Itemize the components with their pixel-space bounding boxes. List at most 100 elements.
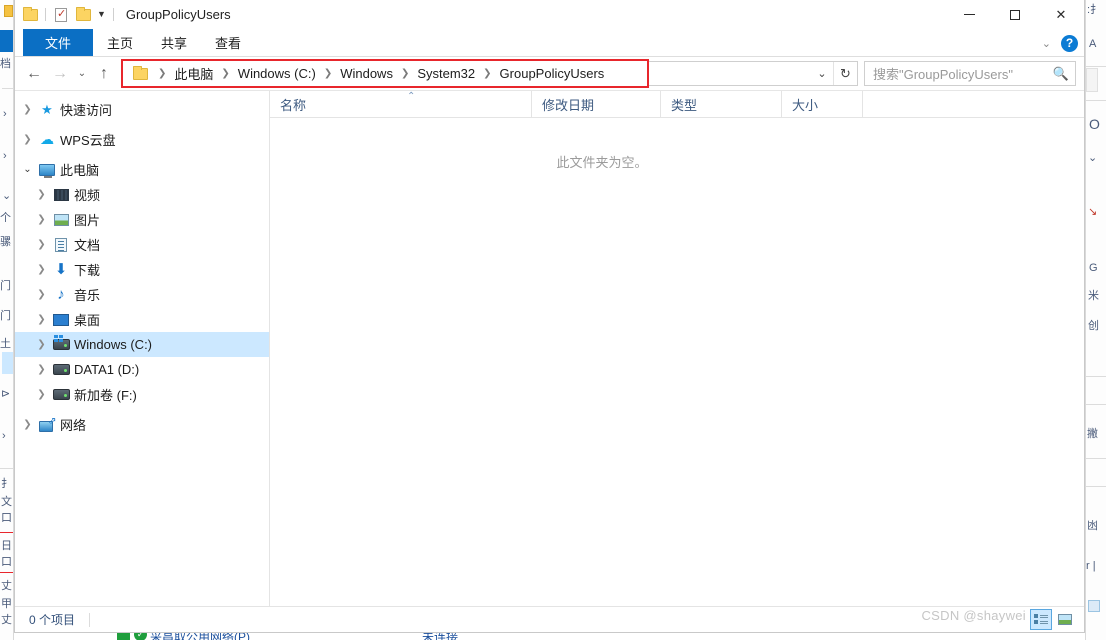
sidebar-item-this-pc[interactable]: ⌄ 此电脑 <box>15 157 269 182</box>
breadcrumb-item-windows[interactable]: Windows <box>337 64 396 83</box>
sidebar-item-wps-cloud[interactable]: ❯ ☁ WPS云盘 <box>15 127 269 152</box>
column-header-label: 名称 <box>280 97 307 113</box>
window-controls: ✕ <box>946 0 1084 29</box>
sidebar-item-label: WPS云盘 <box>60 133 116 148</box>
back-button[interactable]: ← <box>21 61 47 87</box>
empty-folder-message: 此文件夹为空。 <box>556 155 648 170</box>
chevron-right-icon[interactable]: ❯ <box>33 264 50 275</box>
file-list[interactable]: 此文件夹为空。 <box>270 118 1084 606</box>
chevron-right-icon[interactable]: ❯ <box>19 419 36 430</box>
sidebar-item-pictures[interactable]: ❯ 图片 <box>15 207 269 232</box>
column-header-filler <box>863 91 1084 117</box>
chevron-right-icon[interactable]: ❯ <box>33 389 50 400</box>
sidebar-item-downloads[interactable]: ❯ ⬇ 下载 <box>15 257 269 282</box>
breadcrumb-separator: ❯ <box>158 67 167 79</box>
sidebar-item-label: 此电脑 <box>60 163 100 178</box>
sidebar-item-label: 图片 <box>74 213 101 228</box>
column-headers: ⌃ 名称 修改日期 类型 大小 <box>270 91 1084 118</box>
chevron-right-icon[interactable]: ❯ <box>33 339 50 350</box>
chevron-right-icon[interactable]: ❯ <box>33 189 50 200</box>
sidebar-item-music[interactable]: ❯ ♪ 音乐 <box>15 282 269 307</box>
watermark: CSDN @shaywei <box>921 608 1026 623</box>
title-bar: ▼ GroupPolicyUsers ✕ <box>15 0 1084 29</box>
status-bar: 0 个项目 CSDN @shaywei <box>15 606 1084 632</box>
refresh-icon[interactable]: ↻ <box>833 62 857 85</box>
sort-ascending-icon: ⌃ <box>407 91 416 102</box>
sidebar-item-label: 新加卷 (F:) <box>74 388 137 403</box>
tab-view[interactable]: 查看 <box>201 29 255 56</box>
column-header-label: 类型 <box>671 97 698 113</box>
search-input[interactable]: 搜索"GroupPolicyUsers" <box>873 64 1053 83</box>
sidebar-item-network[interactable]: ❯ 网络 <box>15 412 269 437</box>
chevron-right-icon[interactable]: ❯ <box>19 104 36 115</box>
breadcrumb-separator: ❯ <box>483 67 492 79</box>
chevron-down-icon[interactable]: ⌄ <box>1042 37 1051 50</box>
customize-caret-icon[interactable]: ▼ <box>94 10 109 19</box>
sidebar-item-data1-d[interactable]: ❯ DATA1 (D:) <box>15 357 269 382</box>
sidebar-item-windows-c[interactable]: ❯ Windows (C:) <box>15 332 269 357</box>
forward-button[interactable]: → <box>47 61 73 87</box>
breadcrumb-item-this-pc[interactable]: 此电脑 <box>171 62 216 85</box>
cloud-icon: ☁ <box>40 131 54 147</box>
breadcrumb-separator: ❯ <box>221 67 230 79</box>
sidebar-item-documents[interactable]: ❯ 文档 <box>15 232 269 257</box>
close-button[interactable]: ✕ <box>1038 0 1084 29</box>
navigation-pane: ❯ ★ 快速访问 ❯ ☁ WPS云盘 ⌄ 此电脑 ❯ 视频 ❯ 图片 ❯ 文档 … <box>15 91 270 606</box>
help-icon[interactable]: ? <box>1061 34 1078 52</box>
column-header-name[interactable]: ⌃ 名称 <box>270 91 532 117</box>
folder-icon[interactable] <box>72 4 94 26</box>
breadcrumb-highlight: ❯ 此电脑 ❯ Windows (C:) ❯ Windows ❯ System3… <box>121 59 649 88</box>
chevron-right-icon[interactable]: ❯ <box>33 289 50 300</box>
column-header-type[interactable]: 类型 <box>661 91 782 117</box>
address-bar-remainder[interactable]: ⌄ ↻ <box>649 61 858 86</box>
download-icon: ⬇ <box>54 261 68 278</box>
sidebar-item-label: 桌面 <box>74 313 101 328</box>
sidebar-item-new-volume-f[interactable]: ❯ 新加卷 (F:) <box>15 382 269 407</box>
divider <box>112 8 114 21</box>
chevron-right-icon[interactable]: ❯ <box>33 314 50 325</box>
column-header-size[interactable]: 大小 <box>782 91 863 117</box>
folder-icon <box>133 65 148 80</box>
folder-icon[interactable] <box>19 4 41 26</box>
sidebar-item-label: Windows (C:) <box>74 337 153 352</box>
taskbar-fragment-label-right: 未连接 <box>422 633 459 640</box>
tab-file[interactable]: 文件 <box>23 29 93 56</box>
star-icon: ★ <box>41 101 53 117</box>
music-icon: ♪ <box>57 286 65 303</box>
ribbon-right-controls: ⌄ ? <box>1042 29 1078 57</box>
divider <box>89 612 91 627</box>
breadcrumb-item-grouppolicyusers[interactable]: GroupPolicyUsers <box>497 64 608 83</box>
breadcrumb-item-windows-c[interactable]: Windows (C:) <box>235 64 319 83</box>
chevron-right-icon[interactable]: ❯ <box>33 239 50 250</box>
large-icons-view-button[interactable] <box>1054 609 1076 630</box>
chevron-down-icon[interactable]: ⌄ <box>19 164 36 175</box>
details-view-button[interactable] <box>1030 609 1052 630</box>
breadcrumb-item-system32[interactable]: System32 <box>414 64 478 83</box>
tab-home[interactable]: 主页 <box>93 29 147 56</box>
minimize-button[interactable] <box>946 0 992 29</box>
chevron-right-icon[interactable]: ❯ <box>19 134 36 145</box>
column-header-date-modified[interactable]: 修改日期 <box>532 91 661 117</box>
chevron-right-icon[interactable]: ❯ <box>33 364 50 375</box>
breadcrumb[interactable]: ❯ 此电脑 ❯ Windows (C:) ❯ Windows ❯ System3… <box>127 61 643 86</box>
chevron-down-icon[interactable]: ⌄ <box>811 62 833 85</box>
search-icon[interactable]: 🔍 <box>1053 66 1069 82</box>
maximize-button[interactable] <box>992 0 1038 29</box>
breadcrumb-separator: ❯ <box>400 67 410 79</box>
drive-icon <box>50 364 72 375</box>
sidebar-item-label: 视频 <box>74 188 101 203</box>
divider <box>45 8 46 21</box>
sidebar-item-label: 文档 <box>74 238 101 253</box>
sidebar-item-videos[interactable]: ❯ 视频 <box>15 182 269 207</box>
sidebar-item-desktop[interactable]: ❯ 桌面 <box>15 307 269 332</box>
chevron-right-icon[interactable]: ❯ <box>33 214 50 225</box>
checklist-document-icon[interactable] <box>50 4 72 26</box>
tab-share[interactable]: 共享 <box>147 29 201 56</box>
check-icon: ✓ <box>134 633 147 640</box>
sidebar-item-label: 下载 <box>74 263 101 278</box>
up-button[interactable]: ↑ <box>91 61 117 87</box>
recent-locations-icon[interactable]: ⌄ <box>73 61 91 87</box>
search-box[interactable]: 搜索"GroupPolicyUsers" 🔍 <box>864 61 1076 86</box>
desktop-icon <box>50 313 72 326</box>
sidebar-item-quick-access[interactable]: ❯ ★ 快速访问 <box>15 97 269 122</box>
